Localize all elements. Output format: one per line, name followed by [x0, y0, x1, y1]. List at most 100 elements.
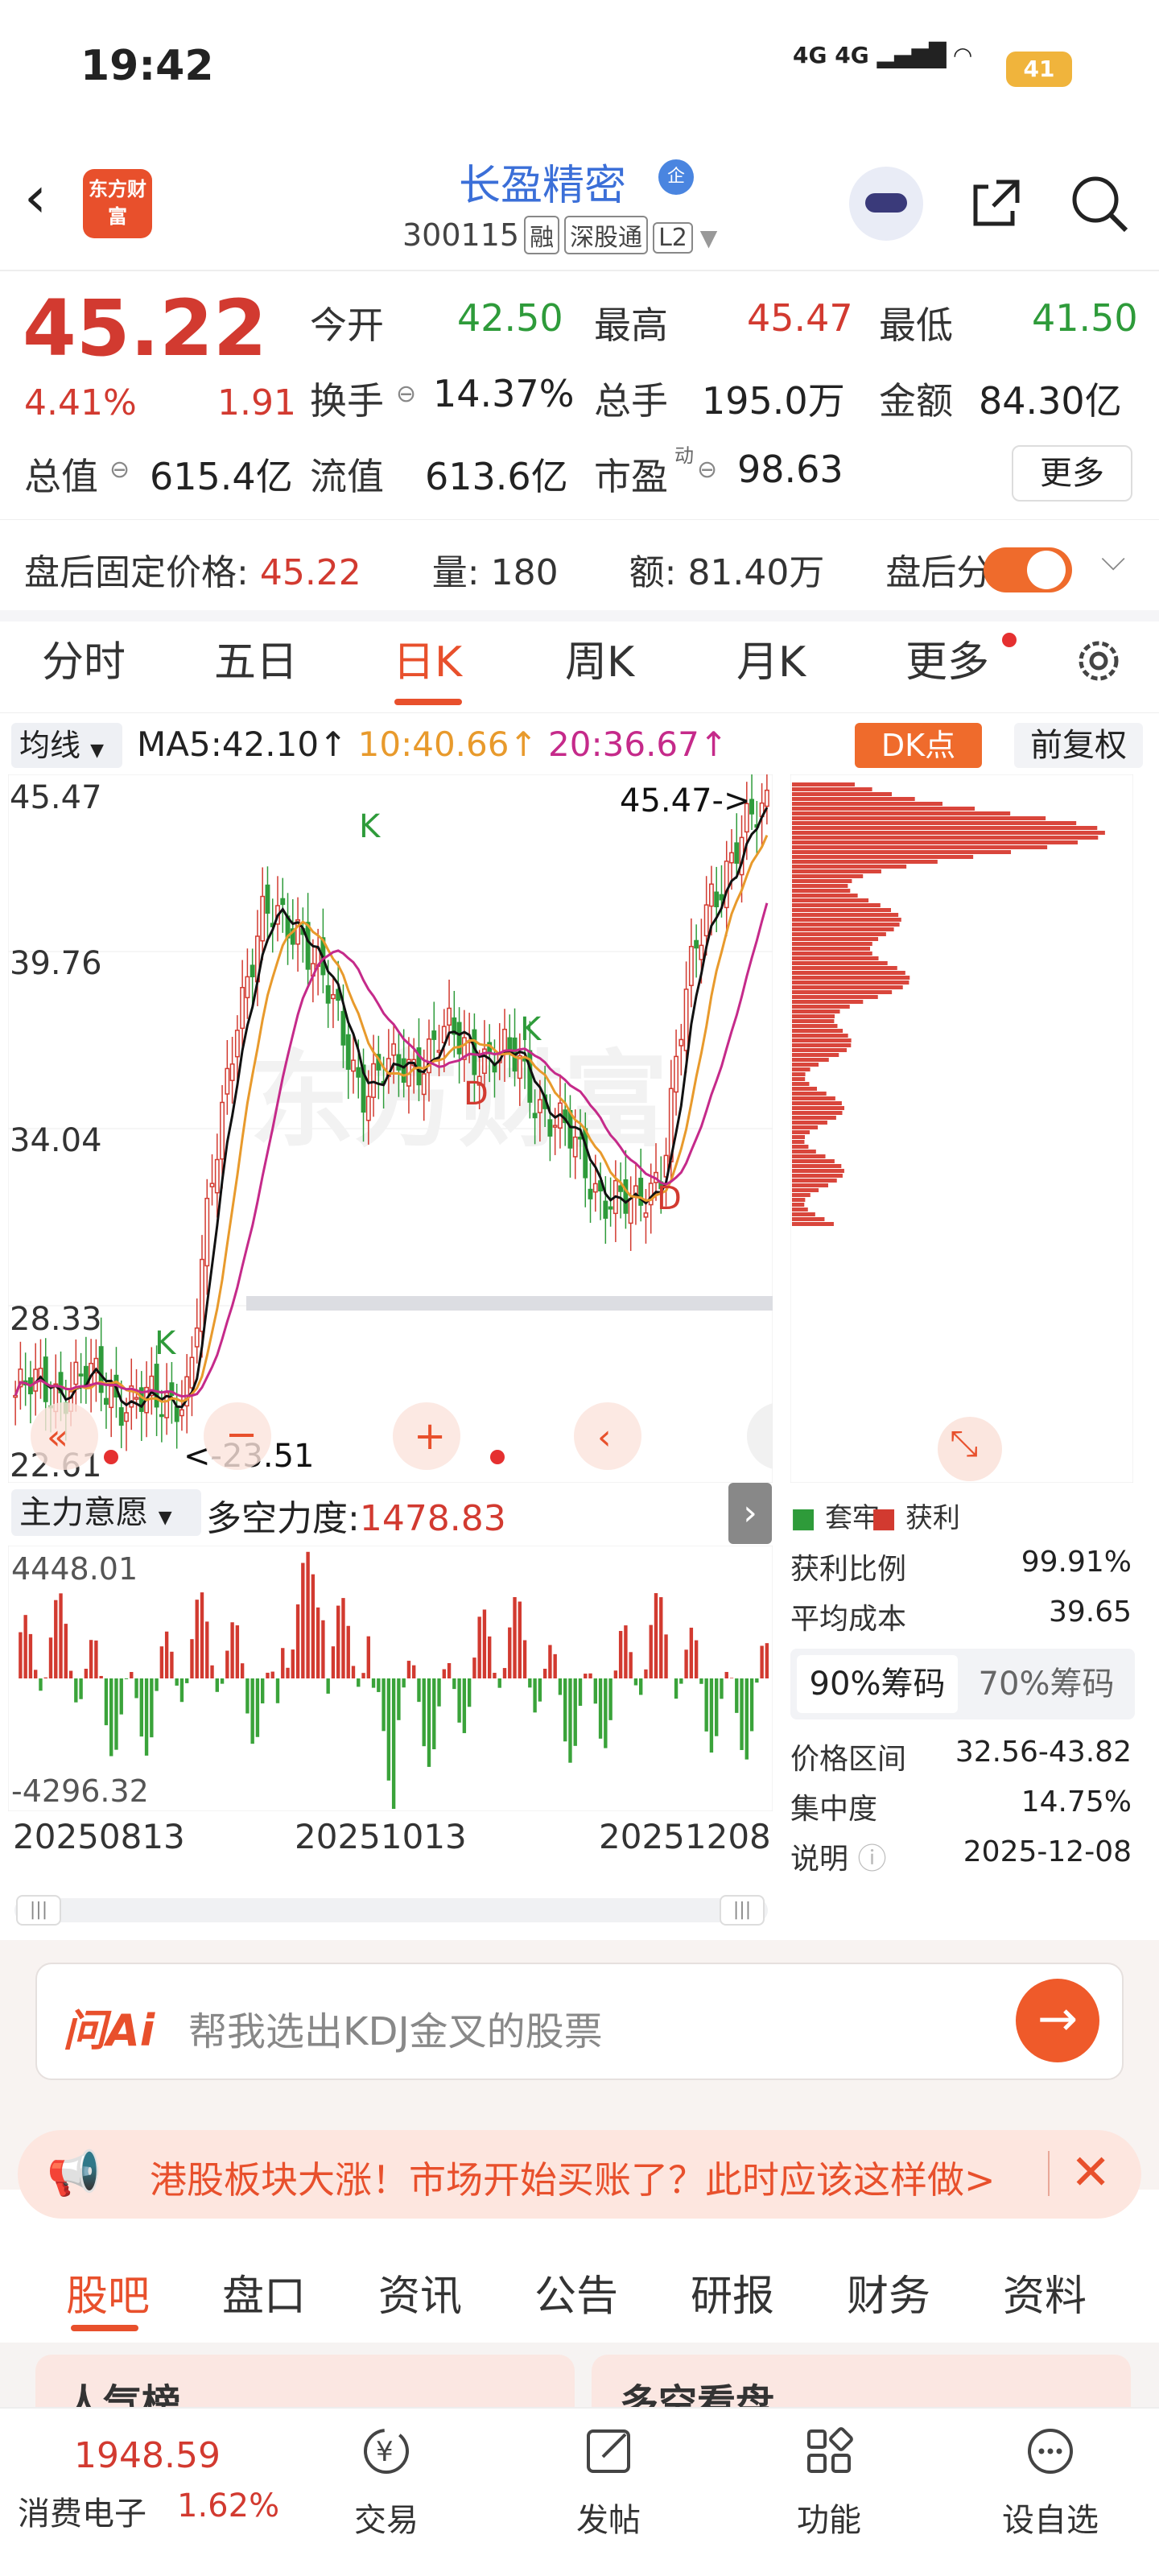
ah-amt-label: 额:: [629, 552, 677, 593]
indicator-selector[interactable]: 主力意愿 ▼: [11, 1489, 201, 1536]
square-icon: ■: [790, 1502, 817, 1534]
kline-chart[interactable]: 东方财富 45.47 39.76 34.04 28.33 22.61 45.47…: [8, 774, 773, 1483]
tab-chip-70[interactable]: 70%筹码: [966, 1655, 1127, 1713]
tab-announcements[interactable]: 公告: [534, 2262, 618, 2322]
share-icon[interactable]: [964, 171, 1029, 235]
info-icon[interactable]: ⊖: [697, 456, 717, 484]
chip-bar: [792, 985, 903, 989]
tab-fiveday[interactable]: 五日: [214, 628, 298, 688]
tab-underline: [71, 2325, 138, 2331]
chip-bar: [792, 1072, 806, 1076]
indicator-bar: [538, 1678, 542, 1702]
scroll-handle-left[interactable]: |||: [16, 1895, 61, 1926]
candle: [280, 898, 286, 906]
dk-button[interactable]: DK点: [855, 723, 982, 768]
stock-code-line[interactable]: 300115 融深股通 L2 ▼: [402, 216, 717, 254]
svg-text:¥: ¥: [376, 2436, 394, 2468]
candle: [159, 1414, 164, 1418]
info-icon[interactable]: ⊖: [109, 456, 130, 484]
nav-functions[interactable]: 功能: [765, 2423, 893, 2541]
pe-value: 98.63: [737, 448, 843, 491]
candle: [73, 1361, 79, 1385]
chip-bar: [792, 1024, 838, 1028]
chevron-right-icon[interactable]: ›: [728, 1483, 772, 1544]
arrow-right-icon[interactable]: →: [1016, 1979, 1099, 2062]
adjust-button[interactable]: 前复权: [1014, 723, 1143, 768]
indicator-bar: [94, 1640, 98, 1678]
chip-bar: [792, 1169, 844, 1173]
chip-bar: [792, 797, 915, 801]
sector-index-value[interactable]: 1948.59: [74, 2435, 221, 2476]
more-button[interactable]: 更多: [1012, 445, 1132, 502]
nav-watchlist-label: 设自选: [1002, 2502, 1099, 2539]
divider: [0, 519, 1159, 520]
chip-bar: [792, 927, 894, 931]
scroll-handle-right[interactable]: |||: [720, 1895, 765, 1926]
tab-profile[interactable]: 资料: [1003, 2262, 1087, 2322]
back-icon[interactable]: ‹: [24, 169, 47, 225]
last-price: 45.22: [23, 283, 267, 374]
info-icon[interactable]: ⓘ: [857, 1843, 886, 1876]
search-icon[interactable]: [1066, 171, 1131, 235]
indicator-bar: [467, 1678, 472, 1707]
tab-finance[interactable]: 财务: [847, 2262, 930, 2322]
divider: [1048, 2151, 1050, 2196]
pe-label: 市盈: [594, 455, 668, 498]
qi-badge: 企: [658, 159, 694, 195]
indicator-bar: [210, 1665, 214, 1678]
tab-daily[interactable]: 日K: [393, 628, 462, 688]
range-scrollbar[interactable]: [14, 1898, 768, 1922]
tab-weekly[interactable]: 周K: [565, 628, 634, 688]
toggle-knob: [1027, 551, 1066, 589]
chevron-down-icon[interactable]: ⌵: [1101, 541, 1125, 578]
nav-trade[interactable]: ¥ 交易: [322, 2423, 451, 2541]
indicator-bar: [755, 1678, 759, 1683]
ma-values: MA5:42.10↑ 10:40.66↑ 20:36.67↑: [137, 724, 728, 764]
ma5-value: MA5:42.10↑: [137, 724, 348, 764]
chip-bar: [792, 884, 848, 888]
avg-cost-label: 平均成本: [790, 1603, 907, 1636]
legend-profit: ■ 获利: [871, 1496, 960, 1535]
tab-intraday[interactable]: 分时: [42, 628, 126, 688]
candle: [204, 1197, 210, 1267]
tab-chip-90[interactable]: 90%筹码: [797, 1655, 958, 1713]
indicator-bar: [48, 1637, 53, 1678]
tab-news[interactable]: 资讯: [378, 2262, 462, 2322]
indicator-bar: [170, 1651, 174, 1678]
ma-selector[interactable]: 均线 ▼: [11, 723, 122, 768]
gear-icon[interactable]: [1070, 633, 1127, 689]
candle: [214, 1158, 220, 1194]
candle: [643, 1212, 649, 1218]
close-icon[interactable]: ✕: [1070, 2145, 1111, 2201]
indicator-bar: [654, 1593, 658, 1678]
chip-bar: [792, 821, 1077, 825]
tab-pankou[interactable]: 盘口: [222, 2262, 306, 2322]
chip-bar: [792, 990, 893, 994]
candle: [678, 1038, 684, 1046]
ai-placeholder[interactable]: 帮我选出KDJ金叉的股票: [188, 2000, 603, 2056]
sector-index-name[interactable]: 消费电子: [18, 2487, 146, 2534]
nav-post[interactable]: 发帖: [544, 2423, 673, 2541]
tab-research[interactable]: 研报: [691, 2262, 774, 2322]
tab-more[interactable]: 更多: [905, 628, 989, 688]
ah-amt: 81.40万: [687, 552, 825, 593]
candle: [103, 1397, 109, 1405]
candle: [703, 904, 709, 937]
candle: [764, 789, 769, 807]
change-percent: 4.41%: [24, 382, 137, 423]
indicator-bar: [104, 1678, 109, 1726]
chip-bar: [792, 1038, 852, 1042]
candle: [174, 1406, 179, 1422]
stock-name[interactable]: 长盈精密: [459, 151, 626, 212]
indicator-bar: [624, 1625, 628, 1678]
tab-monthly[interactable]: 月K: [736, 628, 806, 688]
candle: [109, 1385, 114, 1409]
info-icon[interactable]: ⊖: [396, 380, 416, 408]
indicator-bar: [558, 1678, 563, 1695]
nav-watchlist[interactable]: 设自选: [986, 2423, 1115, 2541]
news-text[interactable]: 港股板块大涨！市场开始买账了？此时应该这样做>: [150, 2151, 1027, 2204]
chip-bar: [792, 908, 891, 912]
indicator-bar: [250, 1678, 254, 1744]
candle: [401, 1058, 406, 1083]
tab-guba[interactable]: 股吧: [66, 2262, 150, 2322]
